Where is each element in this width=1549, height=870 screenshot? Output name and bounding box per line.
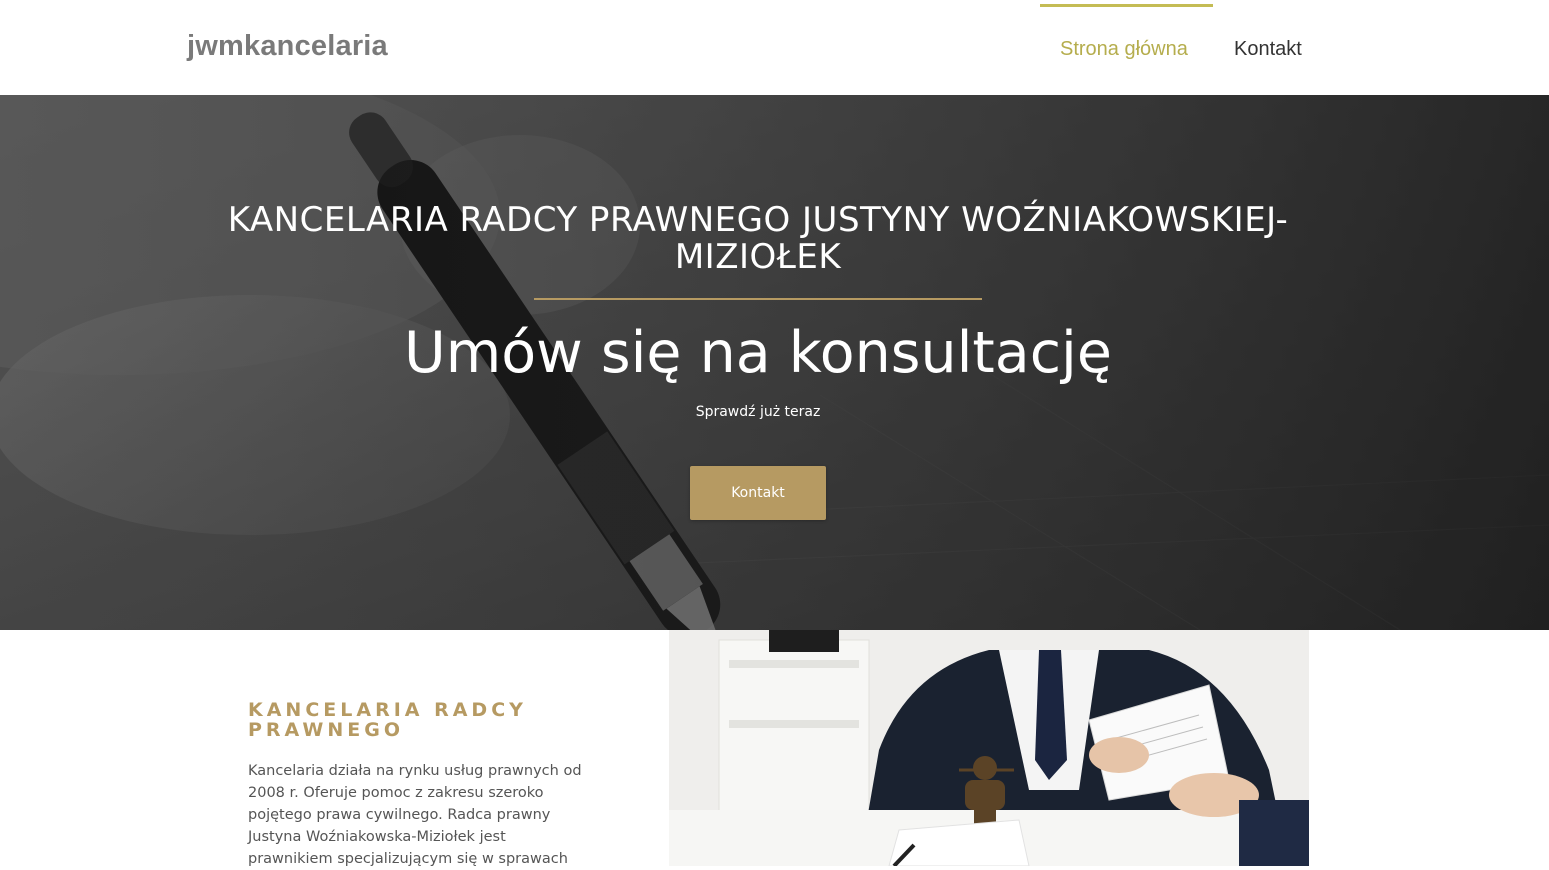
hero-divider [534, 298, 982, 300]
about-text: Kancelaria działa na rynku usług prawnyc… [248, 763, 582, 867]
nav-active-indicator [1040, 4, 1213, 7]
hero-title: KANCELARIA RADCY PRAWNEGO JUSTYNY WOŹNIA… [227, 200, 1289, 277]
office-photo-illustration [669, 630, 1309, 866]
nav-item-home[interactable]: Strona główna [1060, 38, 1188, 61]
hero-tagline: Sprawdź już teraz [695, 404, 821, 420]
hero-subtitle: Umów się na konsultację [404, 320, 1112, 386]
contact-button[interactable]: Kontakt [690, 466, 826, 520]
site-header: jwmkancelaria Strona główna Kontakt [0, 0, 1549, 95]
nav-item-contact[interactable]: Kontakt [1234, 38, 1302, 61]
site-logo[interactable]: jwmkancelaria [187, 30, 388, 63]
hero-section: KANCELARIA RADCY PRAWNEGO JUSTYNY WOŹNIA… [0, 95, 1549, 630]
office-photo [669, 630, 1309, 866]
about-heading: KANCELARIA RADCY PRAWNEGO [248, 699, 527, 741]
